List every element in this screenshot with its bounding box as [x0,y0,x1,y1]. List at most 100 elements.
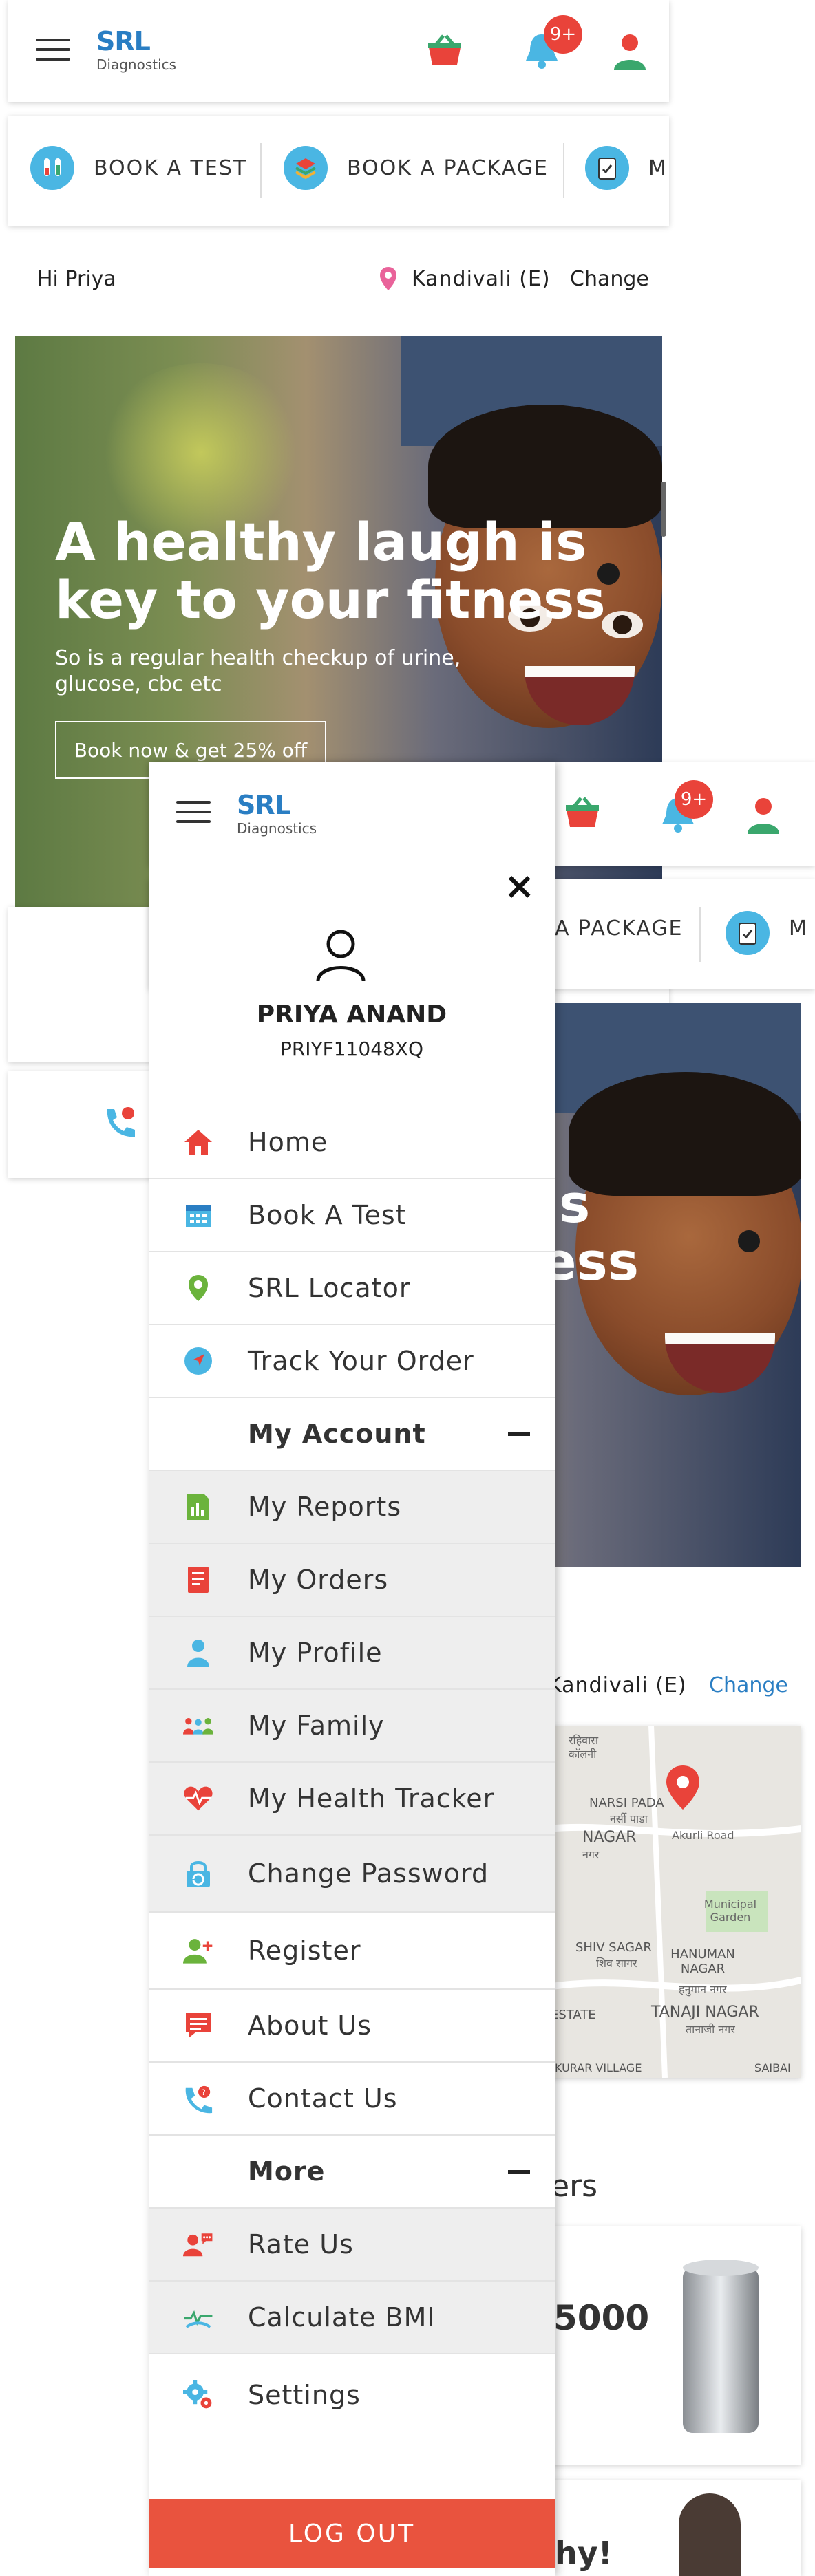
section-title: My Account [248,1419,426,1449]
scrollbar-thumb[interactable] [661,482,666,537]
srl-logo[interactable]: SRL Diagnostics [96,26,176,73]
menu-item-label: My Profile [248,1638,383,1668]
menu-item-contact-us[interactable]: ? Contact Us [149,2063,555,2136]
change-password-icon [183,1858,213,1889]
about-icon [183,2010,213,2041]
menu-item-label: Settings [248,2380,361,2410]
menu-item-label: Contact Us [248,2083,398,2114]
hero-title-line2: key to your fitness [55,569,606,630]
map-label: KURAR VILLAGE [555,2061,642,2074]
divider [699,907,701,962]
menu-item-srl-locator[interactable]: SRL Locator [149,1252,555,1325]
menu-item-label: My Orders [248,1565,389,1595]
hero-subtitle-line1: So is a regular health checkup of urine, [55,646,461,670]
menu-item-track-order[interactable]: Track Your Order [149,1325,555,1398]
eye-right [602,611,643,638]
menu-item-book-test[interactable]: Book A Test [149,1179,555,1252]
cart-icon[interactable] [425,33,464,70]
profile-icon [183,1638,213,1668]
menu-item-health-tracker[interactable]: My Health Tracker [149,1763,555,1836]
hamburger-menu-icon[interactable] [36,39,70,62]
quick-link-partial[interactable]: M [585,146,668,190]
front-change-location-link[interactable]: Change [709,1673,788,1697]
front-location-text: Kandivali (E) [548,1673,687,1697]
quick-link-label-partial[interactable]: A PACKAGE [555,916,684,941]
package-icon [284,146,328,190]
bmi-icon [183,2302,213,2332]
quick-link-book-test[interactable]: BOOK A TEST [30,146,247,190]
person-silhouette-image [679,2493,741,2576]
navigation-icon [183,1346,213,1376]
menu-item-change-password[interactable]: Change Password [149,1836,555,1913]
offer-card[interactable]: 5000 [548,2226,801,2465]
phone-icon [102,1105,138,1144]
hair [428,405,662,528]
user-account-icon[interactable] [613,32,647,73]
divider [563,143,564,198]
location-text: Kandivali (E) [412,267,551,291]
hero-title-line1: A healthy laugh is [55,511,587,572]
quick-link-label-partial[interactable]: M [789,916,807,941]
cart-icon[interactable] [563,795,602,833]
menu-item-label: Register [248,1935,361,1966]
user-name: PRIYA ANAND [256,1000,447,1029]
bottom-promo-card[interactable]: hy! [548,2480,801,2576]
quick-links-bar: BOOK A TEST BOOK A PACKAGE M [8,116,669,226]
menu-item-label: My Health Tracker [248,1783,495,1814]
more-section-header[interactable]: More [149,2136,555,2209]
map-label: SAIBAI [754,2061,791,2074]
hamburger-menu-icon[interactable] [176,801,211,824]
quick-link-label: BOOK A PACKAGE [347,155,549,180]
map-label: हनुमान नगर [679,1983,727,1996]
map-label: TANAJI NAGAR [651,2004,759,2021]
menu-item-my-profile[interactable]: My Profile [149,1617,555,1690]
home-icon [183,1127,213,1157]
map-label: तानाजी नगर [686,2023,735,2036]
quick-link-label: M [648,155,668,180]
logo-text: SRL [96,26,151,56]
menu-item-label: Track Your Order [248,1346,474,1376]
hero-subtitle-line2: glucose, cbc etc [55,672,222,696]
quick-link-book-package[interactable]: BOOK A PACKAGE [284,146,549,190]
location-pin-icon [183,1273,213,1303]
clipboard-icon [726,911,770,955]
menu-item-my-reports[interactable]: My Reports [149,1471,555,1544]
map-label: ESTATE [551,2008,596,2022]
user-account-icon[interactable] [746,795,781,837]
menu-item-register[interactable]: Register [149,1913,555,1990]
my-account-section-header[interactable]: My Account [149,1398,555,1471]
logo-subtext: Diagnostics [237,820,317,837]
map-pin-icon [665,1764,701,1814]
menu-item-home[interactable]: Home [149,1106,555,1179]
map-label: NAGAR [582,1829,637,1846]
notification-badge: 9+ [544,15,582,54]
user-avatar-icon [314,927,368,985]
collapse-minus-icon[interactable] [508,2169,530,2174]
rate-icon [183,2229,213,2260]
menu-item-about-us[interactable]: About Us [149,1990,555,2063]
reports-icon [183,1492,213,1522]
orders-icon [183,1565,213,1595]
svg-text:?: ? [202,2087,206,2097]
menu-item-label: Home [248,1127,328,1157]
register-icon [183,1935,213,1966]
map-label: SHIV SAGAR [575,1940,652,1955]
collapse-minus-icon[interactable] [508,1432,530,1436]
greeting-row: Hi Priya Kandivali (E) Change [8,234,669,323]
srl-logo[interactable]: SRL Diagnostics [237,790,317,837]
logout-button[interactable]: LOG OUT [149,2499,555,2568]
change-location-link[interactable]: Change [570,267,649,291]
logo-text: SRL [237,790,291,820]
close-icon[interactable]: × [504,864,535,908]
divider [260,143,262,198]
menu-item-my-orders[interactable]: My Orders [149,1544,555,1617]
map-label: नर्सी पाडा [610,1812,648,1825]
menu-item-settings[interactable]: Settings [149,2354,555,2436]
hair [569,1072,801,1196]
menu-item-calculate-bmi[interactable]: Calculate BMI [149,2282,555,2354]
family-icon [183,1710,213,1741]
menu-item-my-family[interactable]: My Family [149,1690,555,1763]
menu-item-rate-us[interactable]: Rate Us [149,2209,555,2282]
map-view[interactable]: रहिवास कॉलनी NARSI PADA नर्सी पाडा Akurl… [548,1726,801,2078]
health-tracker-icon [183,1783,213,1814]
